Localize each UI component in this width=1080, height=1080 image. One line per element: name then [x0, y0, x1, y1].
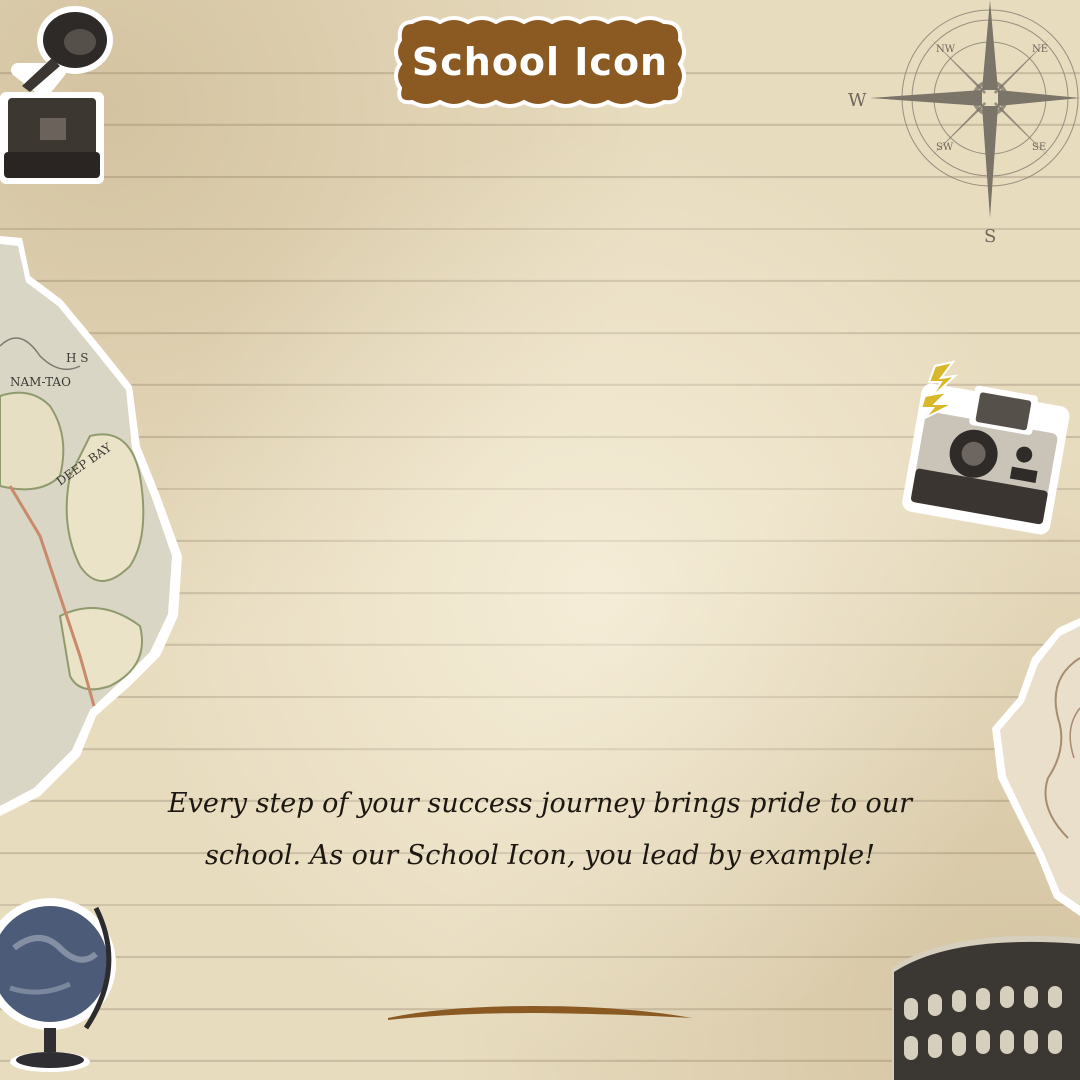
- poster-canvas: School Icon W S NW NE SW SE NAM-TAO DEEP…: [0, 0, 1080, 1080]
- compass-label-s: S: [984, 226, 996, 247]
- page-title: School Icon: [411, 40, 669, 84]
- gramophone-icon: [0, 6, 113, 184]
- compass-label-ne: NE: [1032, 44, 1048, 55]
- body-message: Every step of your success journey bring…: [167, 788, 913, 871]
- map-label-3: H S: [66, 351, 89, 365]
- compass-label-se: SE: [1032, 142, 1046, 153]
- globe-icon: [0, 898, 116, 1072]
- compass-label-nw: NW: [936, 44, 956, 55]
- colosseum-icon: [892, 936, 1080, 1080]
- brush-underline: [388, 1006, 692, 1020]
- vintage-map-left: NAM-TAO DEEP BAY H S: [0, 236, 182, 816]
- compass-label-sw: SW: [936, 142, 954, 153]
- instant-camera-icon: [902, 360, 1070, 535]
- map-label-1: NAM-TAO: [10, 375, 71, 389]
- compass-icon: W S NW NE SW SE: [848, 0, 1080, 247]
- title-badge: School Icon: [392, 14, 688, 110]
- vintage-map-right: [992, 618, 1080, 916]
- compass-label-w: W: [848, 90, 867, 111]
